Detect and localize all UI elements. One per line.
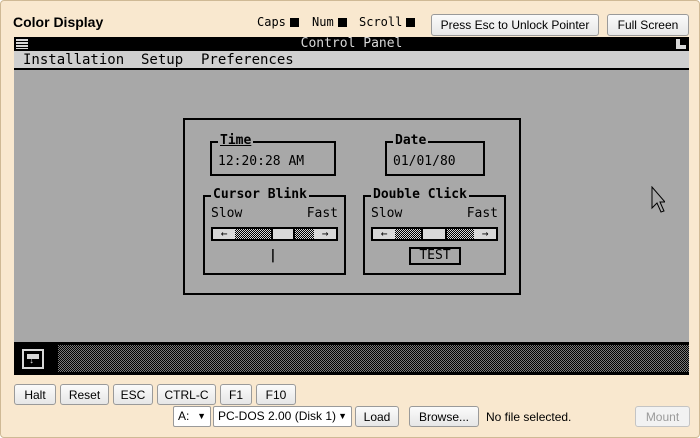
system-menu-icon[interactable]	[16, 39, 28, 49]
double-click-group: Double Click Slow Fast ← → TEST	[363, 188, 506, 275]
time-value: 12:20:28 AM	[218, 154, 305, 169]
caps-indicator: Caps	[257, 15, 299, 29]
date-label: Date	[393, 133, 429, 148]
unlock-pointer-button[interactable]: Press Esc to Unlock Pointer	[431, 14, 599, 36]
mount-button[interactable]: Mount	[635, 406, 690, 427]
num-indicator: Num	[312, 15, 347, 29]
chevron-down-icon: ▼	[197, 411, 206, 421]
drive-value: A:	[178, 409, 190, 423]
disk-drive-icon[interactable]	[22, 349, 44, 369]
double-click-slow: Slow	[371, 206, 403, 221]
file-status: No file selected.	[486, 410, 572, 424]
control-panel-dialog: Time 12:20:28 AM Date 01/01/80 Cursor Bl…	[183, 118, 521, 295]
emulator-screen[interactable]: Control Panel Installation Setup Prefere…	[14, 37, 689, 375]
cursor-blink-preview: |	[269, 248, 277, 263]
time-group[interactable]: Time 12:20:28 AM	[210, 134, 336, 176]
slider-thumb[interactable]	[271, 229, 295, 239]
menu-bar: Installation Setup Preferences	[14, 51, 689, 70]
scroll-indicator: Scroll	[359, 15, 416, 29]
menu-installation[interactable]: Installation	[23, 51, 124, 69]
desktop-pattern	[58, 345, 689, 372]
menu-setup[interactable]: Setup	[141, 51, 183, 69]
cursor-blink-label: Cursor Blink	[211, 187, 309, 202]
chevron-down-icon: ▼	[338, 411, 347, 421]
emulator-frame: Color Display Caps Num Scroll Press Esc …	[0, 0, 700, 438]
arrow-right-icon[interactable]: →	[314, 228, 336, 239]
cursor-blink-group: Cursor Blink Slow Fast ← → |	[203, 188, 346, 275]
caps-label: Caps	[257, 15, 286, 29]
arrow-right-icon[interactable]: →	[474, 228, 496, 239]
maximize-icon[interactable]	[676, 39, 686, 49]
slider-track[interactable]	[235, 229, 271, 239]
scroll-led-icon	[406, 17, 416, 27]
menu-preferences[interactable]: Preferences	[201, 51, 294, 69]
time-label: Time	[218, 133, 254, 148]
arrow-left-icon[interactable]: ←	[213, 228, 235, 239]
num-led-icon	[337, 17, 347, 27]
slider-track[interactable]	[395, 229, 421, 239]
browse-button[interactable]: Browse...	[409, 406, 479, 427]
cursor-blink-slider[interactable]: ← →	[211, 227, 338, 241]
disk-value: PC-DOS 2.00 (Disk 1)	[218, 409, 337, 423]
ctrl-c-button[interactable]: CTRL-C	[157, 384, 216, 405]
double-click-fast: Fast	[466, 206, 498, 221]
f10-button[interactable]: F10	[256, 384, 296, 405]
slider-track[interactable]	[295, 229, 314, 239]
cursor-blink-fast: Fast	[306, 206, 338, 221]
mouse-pointer-icon	[651, 186, 665, 213]
slider-track[interactable]	[447, 229, 474, 239]
cursor-blink-slow: Slow	[211, 206, 243, 221]
num-label: Num	[312, 15, 334, 29]
load-button[interactable]: Load	[355, 406, 399, 427]
caps-led-icon	[289, 17, 299, 27]
esc-button[interactable]: ESC	[113, 384, 153, 405]
desktop-bottom-bar	[14, 342, 689, 375]
scroll-label: Scroll	[359, 15, 403, 29]
date-value: 01/01/80	[393, 154, 456, 169]
f1-button[interactable]: F1	[220, 384, 252, 405]
full-screen-button[interactable]: Full Screen	[607, 14, 689, 36]
drive-select[interactable]: A: ▼	[173, 406, 211, 427]
window-title: Control Panel	[300, 37, 403, 51]
arrow-left-icon[interactable]: ←	[373, 228, 395, 239]
disk-select[interactable]: PC-DOS 2.00 (Disk 1) ▼	[213, 406, 352, 427]
double-click-slider[interactable]: ← →	[371, 227, 498, 241]
double-click-label: Double Click	[371, 187, 469, 202]
slider-thumb[interactable]	[421, 229, 447, 239]
reset-button[interactable]: Reset	[60, 384, 109, 405]
display-title: Color Display	[13, 14, 104, 30]
date-group[interactable]: Date 01/01/80	[385, 134, 485, 176]
window-titlebar: Control Panel	[14, 37, 689, 51]
test-button[interactable]: TEST	[409, 247, 461, 265]
halt-button[interactable]: Halt	[14, 384, 56, 405]
